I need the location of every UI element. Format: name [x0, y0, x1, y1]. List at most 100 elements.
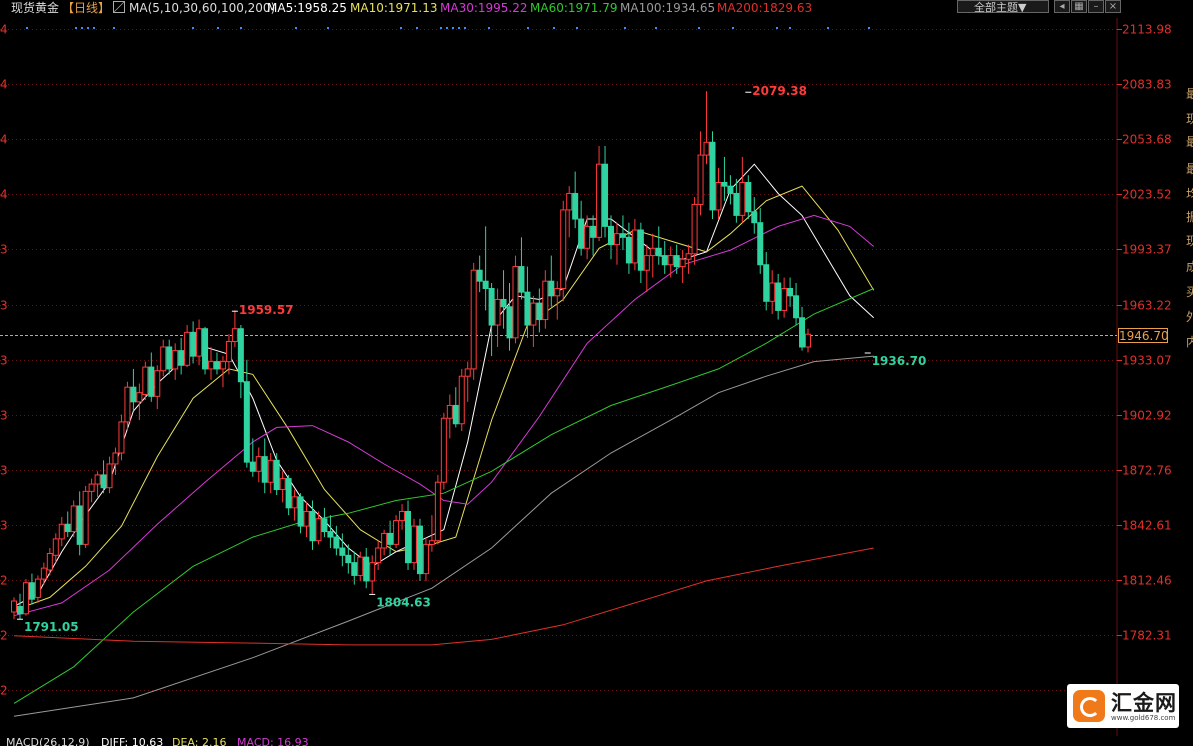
minimize-icon[interactable]: –: [1088, 0, 1104, 13]
candle-body[interactable]: [208, 361, 215, 370]
event-marker[interactable]: [553, 27, 555, 29]
candle-body[interactable]: [249, 461, 256, 472]
candle-body[interactable]: [363, 556, 370, 582]
event-marker[interactable]: [655, 27, 657, 29]
candle-body[interactable]: [590, 225, 597, 238]
event-marker[interactable]: [192, 27, 194, 29]
candle-body[interactable]: [488, 287, 495, 326]
candle-body[interactable]: [721, 181, 728, 187]
candle-body[interactable]: [793, 295, 800, 319]
candle-body[interactable]: [178, 350, 185, 366]
candle-body[interactable]: [679, 258, 686, 268]
candle-body[interactable]: [190, 331, 197, 357]
candle-body[interactable]: [255, 456, 262, 472]
candle-body[interactable]: [631, 229, 638, 264]
candle-body[interactable]: [494, 298, 501, 326]
candle-body[interactable]: [202, 328, 209, 370]
candle-body[interactable]: [333, 536, 340, 549]
candle-body[interactable]: [112, 452, 119, 465]
candle-body[interactable]: [166, 346, 173, 370]
candle-body[interactable]: [142, 366, 149, 396]
event-marker[interactable]: [93, 27, 95, 29]
candle-body[interactable]: [416, 525, 423, 575]
candle-body[interactable]: [243, 381, 250, 463]
event-marker[interactable]: [458, 27, 460, 29]
candle-body[interactable]: [440, 417, 447, 483]
event-marker[interactable]: [327, 27, 329, 29]
candle-body[interactable]: [596, 163, 603, 238]
event-marker[interactable]: [868, 27, 870, 29]
candle-body[interactable]: [225, 340, 232, 363]
event-marker[interactable]: [789, 27, 791, 29]
candle-body[interactable]: [148, 366, 155, 397]
event-marker[interactable]: [527, 27, 529, 29]
candle-body[interactable]: [703, 141, 710, 156]
indicator-settings-icon[interactable]: [113, 1, 125, 13]
prev-icon[interactable]: ◂: [1054, 0, 1070, 13]
candle-body[interactable]: [94, 474, 101, 485]
event-marker[interactable]: [240, 27, 242, 29]
candle-body[interactable]: [500, 298, 507, 308]
period-label[interactable]: 【日线】: [62, 0, 110, 16]
candle-body[interactable]: [739, 181, 746, 216]
candle-body[interactable]: [46, 553, 53, 571]
event-marker[interactable]: [217, 27, 219, 29]
event-marker[interactable]: [576, 27, 578, 29]
candle-body[interactable]: [375, 547, 382, 564]
candle-body[interactable]: [775, 282, 782, 311]
symbol-name[interactable]: 现货黄金: [11, 0, 59, 16]
candle-body[interactable]: [422, 543, 429, 575]
candle-body[interactable]: [219, 361, 226, 370]
candle-body[interactable]: [458, 375, 465, 425]
candle-body[interactable]: [70, 505, 77, 533]
candle-body[interactable]: [309, 510, 316, 542]
event-marker[interactable]: [400, 27, 402, 29]
candle-body[interactable]: [661, 255, 668, 266]
candle-body[interactable]: [619, 233, 626, 238]
candle-body[interactable]: [691, 203, 698, 255]
candle-body[interactable]: [172, 350, 179, 370]
candle-body[interactable]: [643, 255, 650, 271]
candle-body[interactable]: [625, 236, 632, 264]
candle-body[interactable]: [315, 518, 322, 542]
event-marker[interactable]: [26, 27, 28, 29]
event-marker[interactable]: [452, 27, 454, 29]
candle-body[interactable]: [88, 483, 95, 492]
candle-body[interactable]: [399, 510, 406, 522]
event-marker[interactable]: [295, 27, 297, 29]
candle-body[interactable]: [291, 496, 298, 509]
candle-body[interactable]: [709, 141, 716, 211]
candle-body[interactable]: [279, 478, 286, 491]
candle-body[interactable]: [34, 578, 41, 598]
candle-body[interactable]: [339, 547, 346, 556]
candle-body[interactable]: [106, 463, 113, 489]
candle-body[interactable]: [393, 520, 400, 545]
event-marker[interactable]: [488, 27, 490, 29]
candle-body[interactable]: [213, 361, 220, 370]
candle-body[interactable]: [584, 225, 591, 249]
candle-body[interactable]: [554, 287, 561, 297]
candle-body[interactable]: [22, 582, 29, 615]
candle-body[interactable]: [769, 282, 776, 302]
candle-body[interactable]: [76, 505, 83, 545]
candle-body[interactable]: [470, 269, 477, 370]
candle-body[interactable]: [524, 291, 531, 326]
candle-body[interactable]: [327, 531, 334, 538]
candle-body[interactable]: [16, 606, 23, 615]
event-marker[interactable]: [81, 27, 83, 29]
candle-body[interactable]: [303, 510, 310, 527]
candle-body[interactable]: [536, 302, 543, 321]
candle-body[interactable]: [542, 280, 549, 321]
candle-body[interactable]: [184, 331, 191, 366]
candle-body[interactable]: [673, 255, 680, 268]
close-icon[interactable]: ×: [1105, 0, 1121, 13]
candle-body[interactable]: [715, 181, 722, 211]
candle-body[interactable]: [733, 192, 740, 216]
event-marker[interactable]: [113, 27, 115, 29]
candle-body[interactable]: [655, 247, 662, 257]
candle-body[interactable]: [28, 582, 35, 600]
candle-body[interactable]: [321, 518, 328, 533]
candle-body[interactable]: [154, 370, 161, 397]
candle-body[interactable]: [512, 266, 519, 339]
candle-body[interactable]: [685, 253, 692, 260]
